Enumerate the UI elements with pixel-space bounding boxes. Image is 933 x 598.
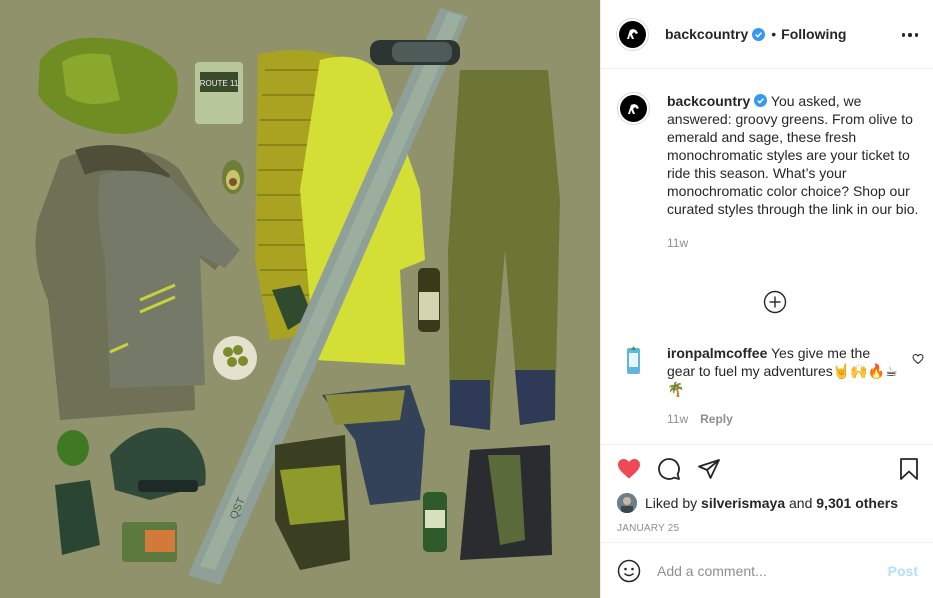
liker-avatar[interactable] bbox=[617, 493, 637, 513]
liker-username[interactable]: silverismaya bbox=[701, 495, 785, 511]
following-button[interactable]: Following bbox=[781, 26, 846, 42]
emoji-icon[interactable] bbox=[617, 559, 641, 583]
reply-button[interactable]: Reply bbox=[700, 412, 733, 426]
caption-avatar[interactable] bbox=[617, 92, 650, 125]
header-separator: • bbox=[771, 26, 777, 42]
more-options-icon[interactable] bbox=[902, 27, 918, 43]
post-date[interactable]: JANUARY 25 bbox=[617, 523, 679, 534]
backcountry-logo-icon bbox=[620, 95, 647, 122]
caption-age[interactable]: 11w bbox=[667, 234, 927, 252]
post-sidebar: backcountry • Following backcountry You … bbox=[600, 0, 933, 598]
heart-small-icon[interactable] bbox=[912, 353, 924, 365]
comments-area: backcountry You asked, we answered: groo… bbox=[601, 70, 933, 444]
header-username[interactable]: backcountry bbox=[665, 26, 748, 42]
chips-label: ROUTE 11 bbox=[200, 79, 239, 88]
backcountry-logo-icon bbox=[619, 20, 646, 48]
bookmark-icon[interactable] bbox=[897, 457, 921, 481]
commenter-avatar[interactable] bbox=[617, 344, 650, 377]
action-icons bbox=[617, 457, 918, 481]
comment-item: ironpalmcoffee Yes give me the gear to f… bbox=[617, 344, 927, 428]
heart-filled-icon[interactable] bbox=[617, 457, 641, 481]
comment-username[interactable]: ironpalmcoffee bbox=[667, 345, 767, 361]
post-photo[interactable]: ROUTE 11 QST bbox=[0, 0, 600, 598]
caption-text: You asked, we answered: groovy greens. F… bbox=[667, 93, 919, 217]
load-more-icon[interactable] bbox=[763, 290, 787, 314]
comment-icon[interactable] bbox=[657, 457, 681, 481]
verified-icon bbox=[752, 27, 766, 41]
flat-lay-image: ROUTE 11 QST bbox=[0, 0, 600, 598]
comment-meta: 11w Reply bbox=[667, 410, 899, 428]
post-button[interactable]: Post bbox=[888, 563, 918, 579]
likes-prefix: Liked by bbox=[645, 495, 698, 511]
verified-icon bbox=[754, 94, 768, 107]
likes-count[interactable]: 9,301 others bbox=[816, 495, 898, 511]
likes-summary: Liked by silverismaya and 9,301 others bbox=[617, 493, 898, 513]
caption-username[interactable]: backcountry bbox=[667, 93, 750, 109]
account-avatar[interactable] bbox=[616, 17, 649, 51]
comment-age[interactable]: 11w bbox=[667, 412, 688, 426]
comment-composer: Add a comment... Post bbox=[601, 542, 933, 598]
caption-body: backcountry You asked, we answered: groo… bbox=[667, 92, 927, 252]
post-caption: backcountry You asked, we answered: groo… bbox=[617, 92, 927, 252]
likes-connector: and bbox=[789, 495, 813, 511]
post-header: backcountry • Following bbox=[601, 0, 933, 69]
comment-body: ironpalmcoffee Yes give me the gear to f… bbox=[667, 344, 899, 428]
comment-input[interactable]: Add a comment... bbox=[657, 563, 888, 579]
share-icon[interactable] bbox=[697, 457, 721, 481]
